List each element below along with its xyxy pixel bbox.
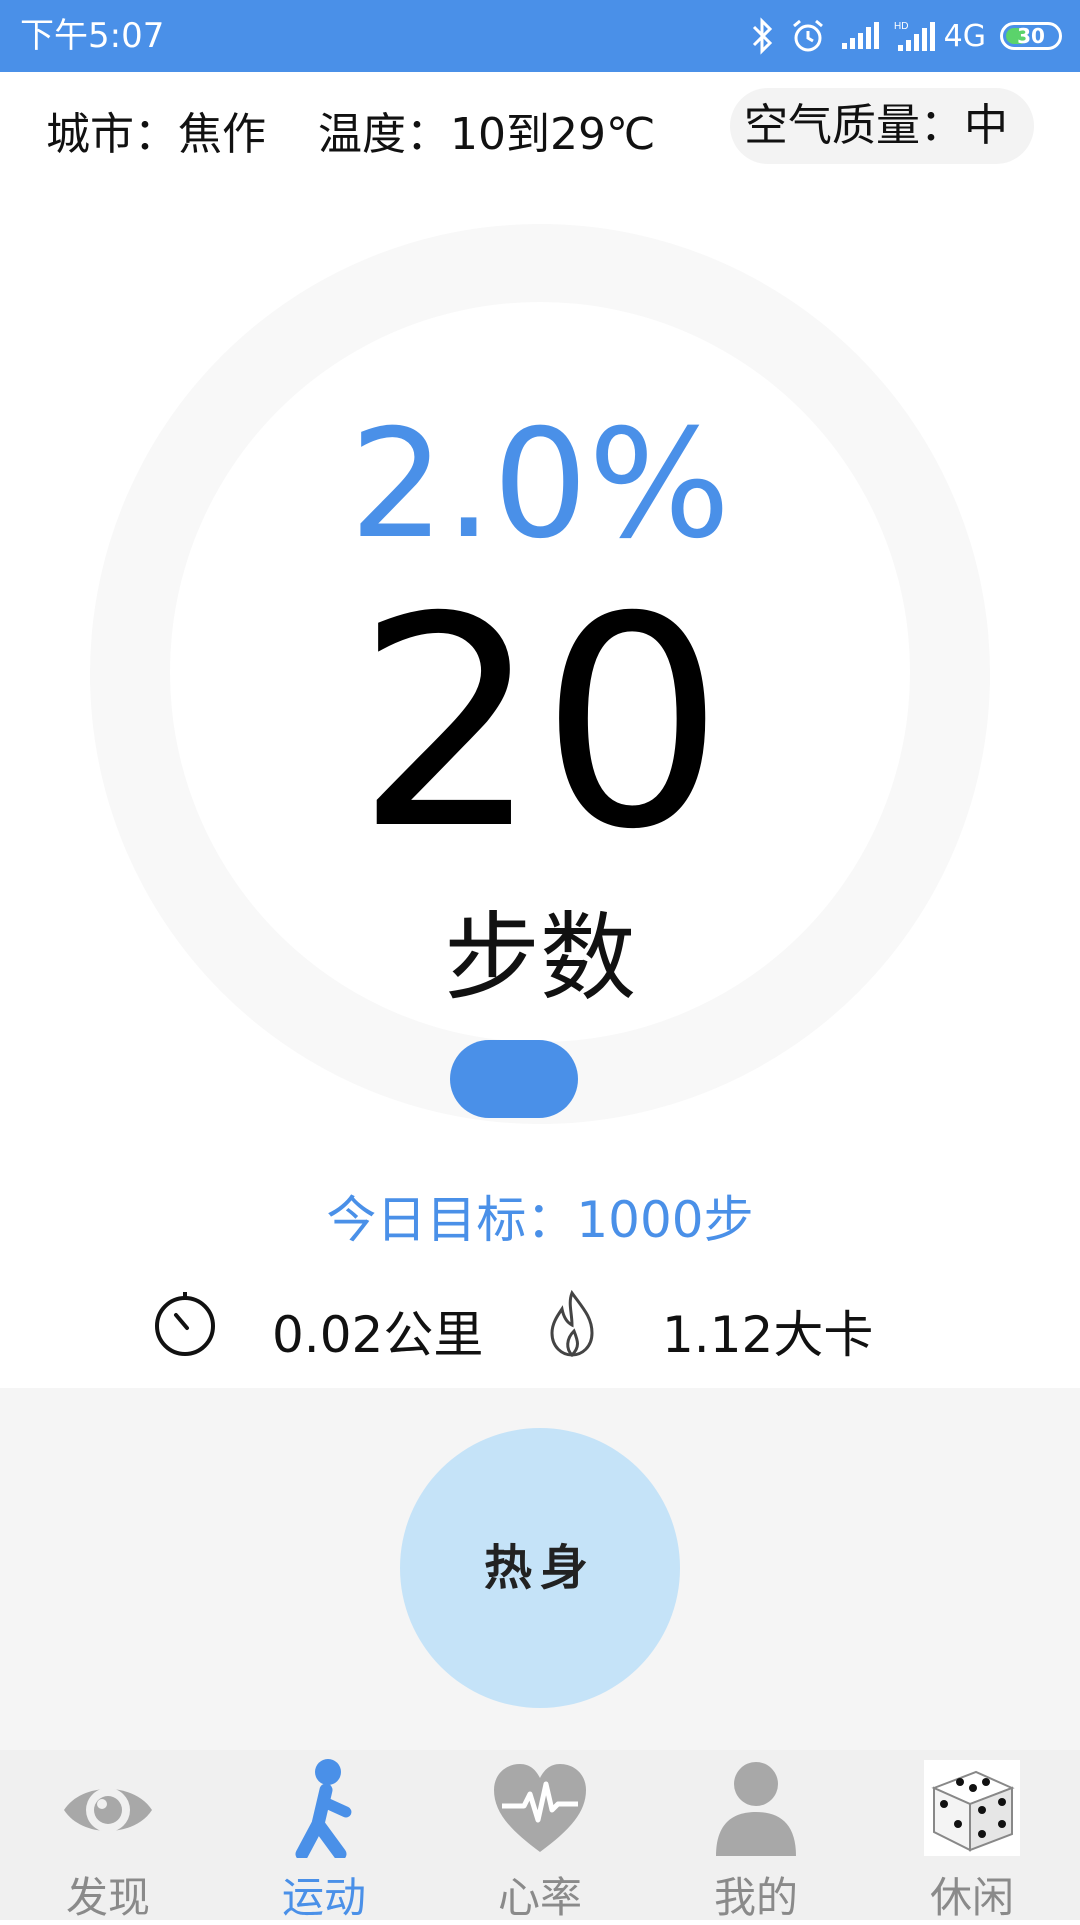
status-time: 下午5:07: [20, 16, 165, 56]
step-count-label: 步数: [444, 902, 636, 1014]
warmup-section: 热身: [0, 1388, 1080, 1750]
stopwatch-icon: [150, 1289, 220, 1371]
heart-rate-icon: [490, 1758, 590, 1858]
hd-signal-icon: HD: [894, 19, 936, 53]
activity-stats: 0.02公里 1.12大卡: [0, 1285, 1080, 1365]
nav-label-mine: 我的: [713, 1873, 798, 1922]
eye-icon: [58, 1758, 158, 1858]
battery-level: 30: [1017, 24, 1045, 48]
running-icon: [274, 1758, 374, 1861]
weather-info-row: 城市：焦作 温度：10到29℃ 空气质量：中: [0, 88, 1080, 164]
city-label: 城市：焦作: [46, 109, 266, 160]
nav-item-leisure[interactable]: 休闲: [864, 1750, 1080, 1922]
air-quality-badge[interactable]: 空气质量：中: [730, 88, 1034, 164]
progress-indicator-knob: [450, 1040, 578, 1118]
daily-goal: 今日目标：1000步: [326, 1191, 754, 1249]
flame-icon: [542, 1289, 602, 1371]
progress-percent: 2.0%: [349, 398, 731, 572]
nav-item-discover[interactable]: 发现: [0, 1750, 216, 1922]
nav-label-leisure: 休闲: [929, 1873, 1014, 1922]
svg-text:HD: HD: [894, 21, 908, 32]
signal-icon: [840, 21, 880, 51]
nav-label-sport: 运动: [281, 1873, 366, 1922]
temperature-label: 温度：10到29℃: [318, 109, 656, 160]
battery-icon: 30: [1000, 22, 1062, 50]
dice-icon: [922, 1758, 1022, 1858]
distance-value: 0.02公里: [272, 1306, 484, 1364]
person-icon: [706, 1758, 806, 1858]
nav-label-discover: 发现: [65, 1873, 150, 1922]
network-type: 4G: [943, 18, 986, 54]
calories-value: 1.12大卡: [662, 1306, 874, 1364]
warmup-button[interactable]: 热身: [400, 1428, 680, 1708]
nav-item-mine[interactable]: 我的: [648, 1750, 864, 1922]
bottom-navigation: 发现 运动 心率 我的 休闲: [0, 1750, 1080, 1922]
status-icons: HD 4G 30: [750, 0, 1062, 72]
nav-label-heart-rate: 心率: [497, 1873, 582, 1922]
nav-item-sport[interactable]: 运动: [216, 1750, 432, 1922]
bluetooth-icon: [750, 17, 776, 55]
nav-item-heart-rate[interactable]: 心率: [432, 1750, 648, 1922]
alarm-icon: [790, 18, 826, 54]
status-bar: 下午5:07 HD 4G 30: [0, 0, 1080, 72]
step-count: 20: [355, 556, 725, 893]
